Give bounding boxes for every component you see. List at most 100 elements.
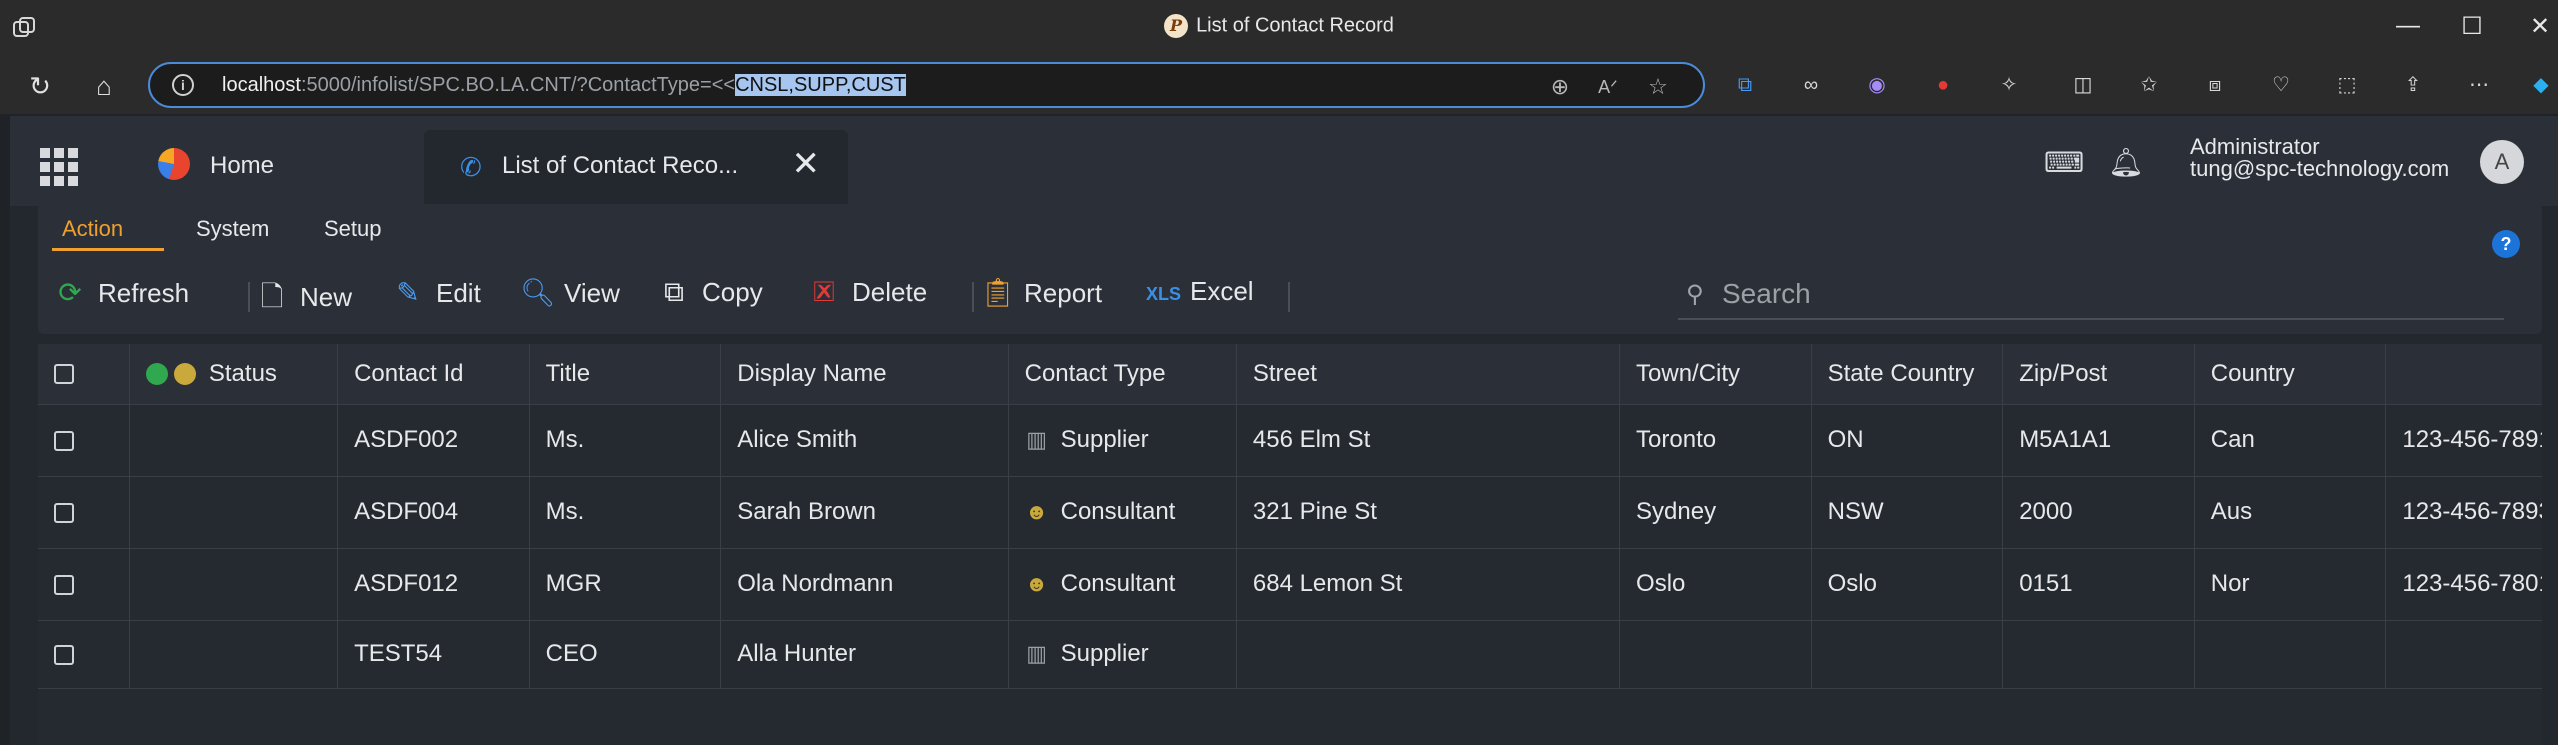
collections-icon[interactable]: ⧈ — [2200, 70, 2230, 100]
tab-home-label: Home — [210, 152, 275, 179]
col-status[interactable]: Status — [129, 344, 339, 405]
table-row[interactable]: ASDF004 Ms. Sarah Brown ☻ Consultant 321 … — [38, 476, 2542, 549]
title-cell: CEO — [529, 620, 722, 689]
town-cell — [1619, 620, 1812, 689]
search-box[interactable]: ⚲ — [1678, 270, 2504, 320]
favorite-star-icon[interactable]: ☆ — [1643, 72, 1673, 102]
app-header: Home ✆ List of Contact Reco... ✕ ⌨ 🔔︎ Ad… — [10, 116, 2558, 206]
app-launcher-icon[interactable] — [40, 148, 78, 186]
favorites-icon[interactable]: ✩ — [2134, 70, 2164, 100]
new-button[interactable]: 🗋︎ New — [256, 276, 352, 316]
table-row[interactable]: ASDF012 MGR Ola Nordmann ☻ Consultant 684… — [38, 548, 2542, 621]
title-cell: MGR — [529, 548, 722, 621]
address-bar[interactable]: i localhost:5000/infolist/SPC.BO.LA.CNT/… — [148, 62, 1705, 108]
col-display-name[interactable]: Display Name — [720, 344, 1009, 405]
help-icon[interactable]: ? — [2492, 230, 2520, 258]
state-cell: Oslo — [1811, 548, 2004, 621]
delete-icon: 🗷 — [813, 276, 835, 307]
row-checkbox[interactable] — [54, 430, 74, 451]
col-phone[interactable] — [2385, 344, 2542, 405]
read-aloud-icon[interactable]: Aᐟ — [1593, 72, 1623, 102]
row-checkbox[interactable] — [54, 502, 74, 523]
window-title-text: List of Contact Record — [1196, 14, 1394, 37]
copy-icon: ⧉ — [664, 276, 684, 307]
extension-red-icon[interactable]: ● — [1928, 70, 1958, 100]
extension-translate-icon[interactable]: ⧉ — [1730, 70, 1760, 100]
user-info[interactable]: Administrator tung@spc-technology.com — [2190, 136, 2449, 180]
window-title: P List of Contact Record — [0, 14, 2558, 38]
tab-contact-list-label: List of Contact Reco... — [502, 152, 739, 179]
more-menu-icon[interactable]: ⋯ — [2464, 70, 2494, 100]
split-screen-icon[interactable]: ◫ — [2068, 70, 2098, 100]
site-info-icon[interactable]: i — [172, 74, 194, 96]
table-row[interactable]: ASDF002 Ms. Alice Smith ▥ Supplier 456 El… — [38, 404, 2542, 477]
edit-button[interactable]: ✎ Edit — [392, 276, 481, 316]
home-icon[interactable]: ⌂ — [84, 66, 124, 106]
minimize-icon[interactable]: — — [2388, 12, 2428, 40]
tab-contact-list[interactable]: ✆ List of Contact Reco... ✕ — [424, 130, 848, 206]
col-street[interactable]: Street — [1236, 344, 1621, 405]
contact-id-cell: ASDF012 — [337, 548, 530, 621]
toolbar-divider — [1288, 282, 1290, 312]
col-state[interactable]: State Country — [1811, 344, 2004, 405]
col-status-label: Status — [208, 359, 277, 387]
country-cell: Nor — [2194, 548, 2387, 621]
zoom-icon[interactable]: ⊕ — [1545, 72, 1575, 102]
copilot-icon[interactable]: ◆ — [2526, 70, 2556, 100]
col-country[interactable]: Country — [2194, 344, 2387, 405]
col-title[interactable]: Title — [529, 344, 722, 405]
status-cell — [129, 620, 339, 689]
building-icon: ▥ — [1026, 641, 1047, 666]
building-icon: ▥ — [1026, 427, 1047, 452]
copy-button[interactable]: ⧉ Copy — [658, 276, 763, 316]
notification-bell-icon[interactable]: 🔔︎ — [2108, 146, 2144, 179]
row-checkbox[interactable] — [54, 574, 74, 595]
phone-icon: ✆ — [460, 152, 482, 182]
phone-cell: 123-456-7801 — [2385, 548, 2542, 621]
street-cell — [1236, 620, 1621, 689]
select-all-checkbox[interactable] — [54, 364, 74, 385]
refresh-button[interactable]: ⟳ Refresh — [54, 276, 189, 316]
browser-essentials-icon[interactable]: ♡ — [2266, 70, 2296, 100]
zip-cell: M5A1A1 — [2002, 404, 2195, 477]
view-button[interactable]: 🔍︎ View — [520, 276, 620, 316]
report-button[interactable]: 📋︎ Report — [980, 276, 1102, 316]
state-cell — [1811, 620, 2004, 689]
terminal-icon[interactable]: ⌨ — [2044, 146, 2084, 179]
browser-toolbar: ↻ ⌂ i localhost:5000/infolist/SPC.BO.LA.… — [0, 56, 2558, 114]
col-contact-type[interactable]: Contact Type — [1008, 344, 1237, 405]
col-contact-id[interactable]: Contact Id — [337, 344, 530, 405]
tab-home[interactable]: Home — [110, 130, 410, 206]
delete-button[interactable]: 🗷 Delete — [808, 276, 927, 316]
consultant-icon: ☻ — [1025, 571, 1049, 596]
tab-system[interactable]: System — [196, 216, 269, 242]
table-row[interactable]: TEST54 CEO Alla Hunter ▥ Supplier — [38, 620, 2542, 689]
avatar[interactable]: A — [2480, 140, 2524, 184]
extension-purple-icon[interactable]: ◉ — [1862, 70, 1892, 100]
app-root: Home ✆ List of Contact Reco... ✕ ⌨ 🔔︎ Ad… — [10, 116, 2558, 745]
status-cell — [129, 404, 339, 477]
excel-button[interactable]: XLS Excel — [1146, 276, 1254, 316]
close-tab-icon[interactable]: ✕ — [792, 144, 821, 184]
maximize-icon[interactable]: ☐ — [2452, 12, 2492, 41]
extensions-icon[interactable]: ✧ — [1994, 70, 2024, 100]
url-text[interactable]: localhost:5000/infolist/SPC.BO.LA.CNT/?C… — [222, 74, 906, 97]
tab-action[interactable]: Action — [62, 216, 123, 242]
consultant-icon: ☻ — [1025, 499, 1049, 524]
share-icon[interactable]: ⇪ — [2398, 70, 2428, 100]
contact-id-cell: ASDF002 — [337, 404, 530, 477]
extension-link-icon[interactable]: ∞ — [1796, 70, 1826, 100]
screenshot-icon[interactable]: ⬚ — [2332, 70, 2362, 100]
col-zip[interactable]: Zip/Post — [2002, 344, 2195, 405]
contact-type-cell: ▥ Supplier — [1008, 620, 1237, 689]
close-window-icon[interactable]: ✕ — [2520, 12, 2558, 41]
street-cell: 321 Pine St — [1236, 476, 1621, 549]
row-checkbox[interactable] — [54, 644, 74, 665]
excel-label: Excel — [1190, 276, 1254, 306]
tab-setup[interactable]: Setup — [324, 216, 382, 242]
col-town[interactable]: Town/City — [1619, 344, 1812, 405]
contact-id-cell: TEST54 — [337, 620, 530, 689]
search-input[interactable] — [1722, 274, 2482, 314]
reload-icon[interactable]: ↻ — [20, 66, 60, 106]
status-green-dot — [146, 363, 169, 386]
